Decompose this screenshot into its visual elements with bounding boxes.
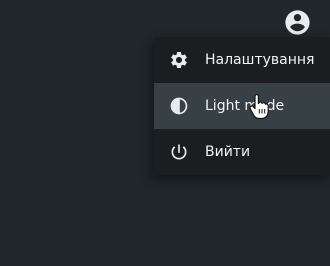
gear-icon <box>169 50 189 70</box>
app-screen: Налаштування Light mode Вийти <box>0 0 330 266</box>
menu-item-label: Вийти <box>205 144 251 160</box>
menu-item-logout[interactable]: Вийти <box>154 129 330 175</box>
account-circle-icon <box>283 8 312 37</box>
menu-item-light-mode[interactable]: Light mode <box>154 83 330 129</box>
account-menu-button[interactable] <box>283 8 312 37</box>
menu-item-label: Налаштування <box>205 52 315 68</box>
account-dropdown-menu: Налаштування Light mode Вийти <box>154 37 330 175</box>
power-icon <box>169 142 189 162</box>
menu-item-label: Light mode <box>205 98 285 114</box>
contrast-icon <box>169 96 189 116</box>
menu-item-settings[interactable]: Налаштування <box>154 37 330 83</box>
